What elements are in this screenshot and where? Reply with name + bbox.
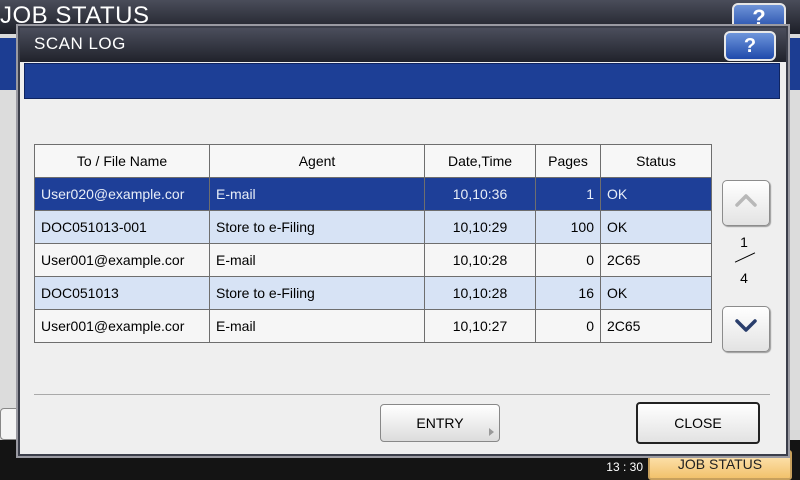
column-header-status[interactable]: Status [600,144,712,178]
dialog-title: SCAN LOG [34,34,126,53]
cell-status: OK [600,276,712,310]
cell-status: 2C65 [600,243,712,277]
column-header-agent[interactable]: Agent [209,144,425,178]
cell-to-file-name: User001@example.cor [34,309,210,343]
cell-date-time: 10,10:28 [424,243,536,277]
cell-agent: Store to e-Filing [209,210,425,244]
cell-pages: 16 [535,276,601,310]
dialog-header: SCAN LOG ? [20,28,786,62]
cell-to-file-name: DOC051013-001 [34,210,210,244]
cell-date-time: 10,10:27 [424,309,536,343]
dialog-bar [24,63,780,99]
table-row[interactable]: User020@example.cor E-mail 10,10:36 1 OK [34,177,712,211]
table-row[interactable]: User001@example.cor E-mail 10,10:27 0 2C… [34,309,712,343]
cell-agent: E-mail [209,309,425,343]
total-pages: 4 [740,270,748,286]
entry-button[interactable]: ENTRY [380,404,500,442]
scroll-up-button[interactable] [722,180,770,226]
column-header-pages[interactable]: Pages [535,144,601,178]
cell-to-file-name: User001@example.cor [34,243,210,277]
current-page: 1 [740,234,748,250]
cell-agent: Store to e-Filing [209,276,425,310]
cell-agent: E-mail [209,177,425,211]
table-row[interactable]: User001@example.cor E-mail 10,10:28 0 2C… [34,243,712,277]
cell-pages: 0 [535,309,601,343]
close-button[interactable]: CLOSE [636,402,760,444]
cell-pages: 0 [535,243,601,277]
chevron-up-icon [735,194,757,207]
corner-arrow-icon [489,428,494,436]
cell-status: 2C65 [600,309,712,343]
column-header-to-file-name[interactable]: To / File Name [34,144,210,178]
table-header-row: To / File Name Agent Date,Time Pages Sta… [34,144,712,178]
scroll-down-button[interactable] [722,306,770,352]
cell-agent: E-mail [209,243,425,277]
entry-button-label: ENTRY [416,415,464,431]
scan-log-dialog: SCAN LOG ? To / File Name Agent Date,Tim… [18,26,788,456]
cell-to-file-name: DOC051013 [34,276,210,310]
table-row[interactable]: DOC051013-001 Store to e-Filing 10,10:29… [34,210,712,244]
divider [34,394,770,395]
cell-status: OK [600,177,712,211]
help-button[interactable]: ? [724,31,776,61]
cell-to-file-name: User020@example.cor [34,177,210,211]
time-text: 13 : 30 [606,460,643,474]
scan-log-table: To / File Name Agent Date,Time Pages Sta… [34,144,712,343]
cell-date-time: 10,10:29 [424,210,536,244]
table-row[interactable]: DOC051013 Store to e-Filing 10,10:28 16 … [34,276,712,310]
cell-pages: 1 [535,177,601,211]
chevron-down-icon [735,319,757,332]
cell-pages: 100 [535,210,601,244]
page-separator [726,250,762,266]
cell-date-time: 10,10:28 [424,276,536,310]
cell-status: OK [600,210,712,244]
column-header-date-time[interactable]: Date,Time [424,144,536,178]
cell-date-time: 10,10:36 [424,177,536,211]
page-indicator: 1 4 [726,234,762,286]
